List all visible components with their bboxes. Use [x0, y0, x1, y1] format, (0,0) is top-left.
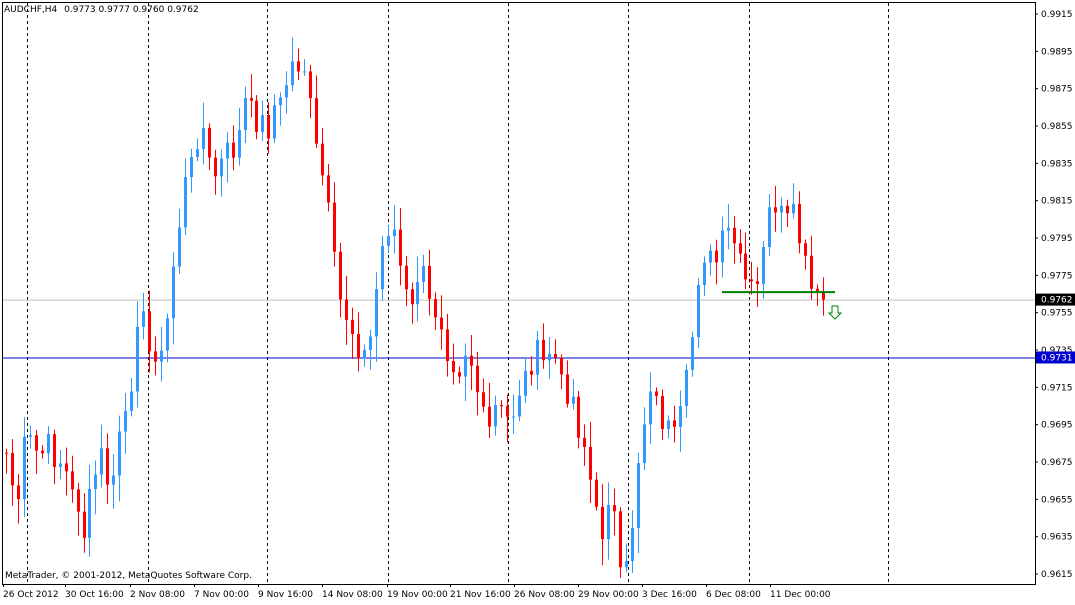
- time-tick-label: 3 Dec 16:00: [642, 590, 697, 600]
- time-tick-label: 14 Nov 08:00: [322, 590, 383, 600]
- time-tick-label: 26 Nov 08:00: [514, 590, 575, 600]
- time-tick-label: 9 Nov 16:00: [258, 590, 313, 600]
- price-tick-label: 0.9715: [1041, 383, 1073, 393]
- price-tick: 0.9675: [1035, 458, 1073, 468]
- time-tick-label: 19 Nov 00:00: [387, 590, 448, 600]
- chart-header: AUDCHF,H4 0.9773 0.9777 0.9760 0.9762: [4, 5, 199, 15]
- price-tick: 0.9615: [1035, 570, 1073, 580]
- price-tick-label: 0.9635: [1041, 533, 1073, 543]
- price-tick: 0.9915: [1035, 10, 1073, 20]
- price-tick: 0.9895: [1035, 47, 1073, 57]
- price-tick: 0.9715: [1035, 383, 1073, 393]
- time-tick-label: 6 Dec 08:00: [706, 590, 761, 600]
- price-tick-label: 0.9915: [1041, 10, 1073, 20]
- price-tick: 0.9775: [1035, 271, 1073, 281]
- price-tick-label: 0.9755: [1041, 309, 1073, 319]
- svg-text:0.9731: 0.9731: [1041, 353, 1073, 363]
- price-tick-label: 0.9655: [1041, 495, 1073, 505]
- price-tick-label: 0.9775: [1041, 271, 1073, 281]
- price-tick: 0.9795: [1035, 234, 1073, 244]
- price-tick-label: 0.9815: [1041, 197, 1073, 207]
- price-tick: 0.9755: [1035, 309, 1073, 319]
- time-tick-label: 7 Nov 00:00: [194, 590, 249, 600]
- time-tick-label: 11 Dec 00:00: [770, 590, 831, 600]
- price-tick-label: 0.9835: [1041, 159, 1073, 169]
- price-tick-label: 0.9675: [1041, 458, 1073, 468]
- price-chart[interactable]: 0.9915 0.9895 0.9875 0.9855 0.9835 0.9815 0.97…: [0, 0, 1075, 602]
- svg-text:0.9762: 0.9762: [1041, 296, 1073, 306]
- price-tick: 0.9655: [1035, 495, 1073, 505]
- price-tick-label: 0.9615: [1041, 570, 1073, 580]
- time-tick-label: 30 Oct 16:00: [65, 590, 124, 600]
- time-tick-label: 29 Nov 00:00: [578, 590, 639, 600]
- current-price-label: 0.9762: [1036, 293, 1075, 306]
- price-tick: 0.9855: [1035, 122, 1073, 132]
- price-tick: 0.9875: [1035, 85, 1073, 95]
- chart-window[interactable]: 0.9915 0.9895 0.9875 0.9855 0.9835 0.9815 0.97…: [0, 0, 1075, 602]
- symbol-timeframe: AUDCHF,H4: [4, 5, 58, 15]
- time-tick-label: 21 Nov 16:00: [450, 590, 511, 600]
- price-tick: 0.9815: [1035, 197, 1073, 207]
- price-tick: 0.9835: [1035, 159, 1073, 169]
- hline-price-label: 0.9731: [1036, 351, 1075, 364]
- price-tick-label: 0.9895: [1041, 47, 1073, 57]
- ohlc-values: 0.9773 0.9777 0.9760 0.9762: [64, 5, 199, 15]
- time-tick-label: 26 Oct 2012: [3, 590, 59, 600]
- chart-background: [0, 0, 1075, 602]
- time-tick-label: 2 Nov 08:00: [130, 590, 185, 600]
- price-tick-label: 0.9695: [1041, 421, 1073, 431]
- price-tick-label: 0.9875: [1041, 85, 1073, 95]
- watermark: MetaTrader, © 2001-2012, MetaQuotes Soft…: [5, 571, 252, 581]
- price-tick-label: 0.9855: [1041, 122, 1073, 132]
- price-tick-label: 0.9795: [1041, 234, 1073, 244]
- price-tick: 0.9635: [1035, 533, 1073, 543]
- price-tick: 0.9695: [1035, 421, 1073, 431]
